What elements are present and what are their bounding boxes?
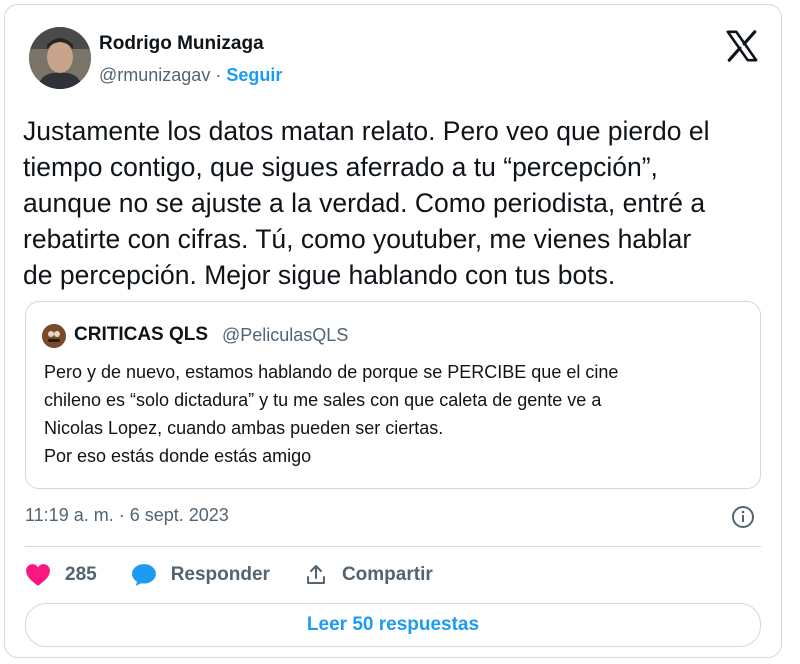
quoted-line: Pero y de nuevo, estamos hablando de por… (44, 362, 619, 382)
quoted-author-avatar (42, 324, 66, 348)
tweet-line: rebatirte con cifras. Tú, como youtuber,… (23, 224, 692, 254)
share-button[interactable]: Compartir (304, 563, 433, 587)
tweet-text: Justamente los datos matan relato. Pero … (23, 113, 773, 293)
tweet-line: Justamente los datos matan relato. Pero … (23, 116, 710, 146)
tweet-card: Rodrigo Munizaga @rmunizagav · Seguir Ju… (4, 4, 782, 658)
author-avatar[interactable] (29, 27, 91, 89)
quoted-line: Por eso estás donde estás amigo (44, 446, 312, 466)
action-bar: 285 Responder Compartir (25, 561, 467, 589)
speech-bubble-icon (131, 564, 156, 586)
timestamp[interactable]: 11:19 a. m. · 6 sept. 2023 (25, 505, 229, 526)
quoted-tweet[interactable]: CRITICAS QLS @PeliculasQLS Pero y de nue… (25, 301, 761, 489)
quoted-text: Pero y de nuevo, estamos hablando de por… (44, 358, 754, 470)
heart-icon (26, 564, 50, 586)
like-count: 285 (65, 564, 97, 585)
separator: · (215, 65, 222, 85)
reply-label: Responder (170, 564, 270, 585)
author-handle-row: @rmunizagav · Seguir (99, 65, 282, 86)
quoted-author-handle: @PeliculasQLS (222, 325, 349, 345)
read-replies-button[interactable]: Leer 50 respuestas (25, 603, 761, 647)
tweet-line: aunque no se ajuste a la verdad. Como pe… (23, 188, 706, 218)
tweet-line: de percepción. Mejor sigue hablando con … (23, 260, 616, 290)
author-name[interactable]: Rodrigo Munizaga (99, 33, 264, 55)
x-logo-icon[interactable] (725, 29, 759, 63)
quoted-author-name: CRITICAS QLS (74, 324, 209, 345)
tweet-line: tiempo contigo, que sigues aferrado a tu… (23, 152, 658, 182)
share-icon (306, 565, 325, 584)
author-handle[interactable]: @rmunizagav (99, 65, 210, 85)
quoted-line: chileno es “solo dictadura” y tu me sale… (44, 390, 602, 410)
divider (25, 546, 761, 547)
share-label: Compartir (341, 564, 433, 585)
reply-button[interactable]: Responder (131, 563, 270, 587)
follow-button[interactable]: Seguir (226, 65, 282, 85)
like-button[interactable]: 285 (25, 563, 97, 587)
quoted-line: Nicolas Lopez, cuando ambas pueden ser c… (44, 418, 444, 438)
info-icon[interactable] (731, 505, 755, 529)
